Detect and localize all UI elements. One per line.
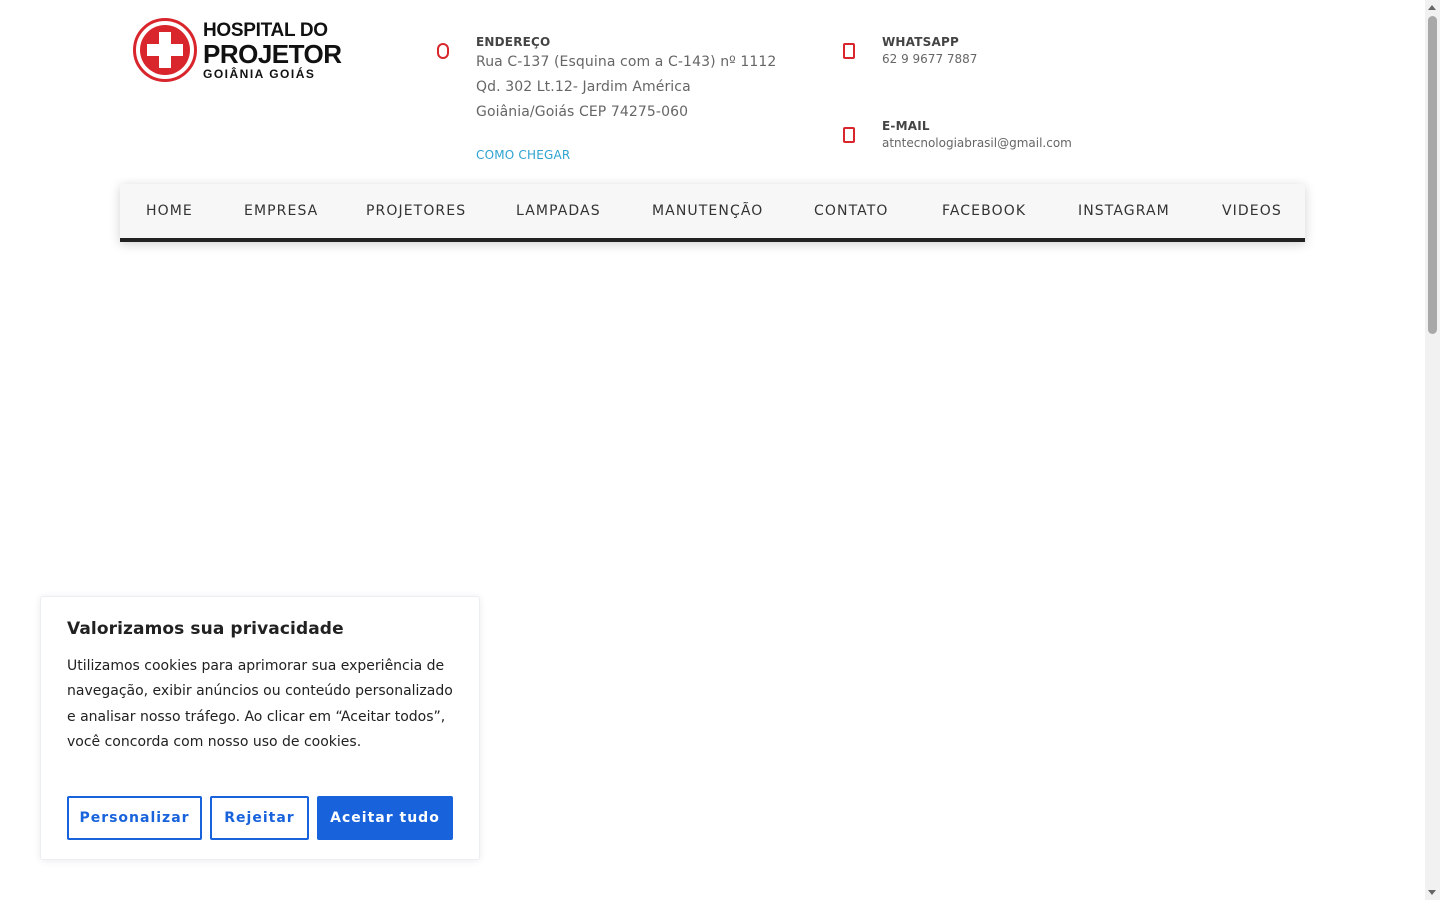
nav-item-projetores[interactable]: PROJETORES: [366, 184, 466, 238]
scroll-down-arrow-icon[interactable]: [1428, 890, 1436, 895]
logo-line-3: GOIÂNIA GOIÁS: [203, 66, 316, 81]
nav-item-manutencao[interactable]: MANUTENÇÃO: [652, 184, 763, 238]
nav-item-facebook[interactable]: FACEBOOK: [942, 184, 1026, 238]
nav-item-home[interactable]: HOME: [146, 184, 193, 238]
main-navigation: HOME EMPRESA PROJETORES LAMPADAS MANUTEN…: [120, 184, 1305, 242]
address-line-2: Qd. 302 Lt.12- Jardim América: [476, 79, 691, 95]
cookie-consent-banner: Valorizamos sua privacidade Utilizamos c…: [40, 596, 480, 860]
vertical-scrollbar[interactable]: [1425, 0, 1440, 900]
cookie-description: Utilizamos cookies para aprimorar sua ex…: [67, 658, 453, 750]
email-icon: [843, 127, 855, 143]
nav-item-empresa[interactable]: EMPRESA: [244, 184, 318, 238]
whatsapp-label: WHATSAPP: [882, 35, 959, 49]
red-cross-icon: [133, 18, 197, 82]
whatsapp-icon: [843, 43, 855, 59]
nav-item-lampadas[interactable]: LAMPADAS: [516, 184, 601, 238]
scrollbar-thumb[interactable]: [1428, 16, 1437, 334]
accept-all-button[interactable]: Aceitar tudo: [317, 796, 453, 840]
scroll-up-arrow-icon[interactable]: [1428, 5, 1436, 10]
email-label: E-MAIL: [882, 119, 930, 133]
logo-line-2: PROJETOR: [203, 38, 342, 69]
map-marker-icon: [437, 43, 449, 59]
whatsapp-number[interactable]: 62 9 9677 7887: [882, 52, 977, 66]
address-line-3: Goiânia/Goiás CEP 74275-060: [476, 104, 689, 120]
address-label: ENDEREÇO: [476, 35, 551, 49]
customize-button[interactable]: Personalizar: [67, 796, 202, 840]
cookie-title: Valorizamos sua privacidade: [67, 619, 344, 639]
nav-item-videos[interactable]: VIDEOS: [1222, 184, 1282, 238]
logo-line-1: HOSPITAL DO: [203, 19, 328, 41]
directions-link[interactable]: COMO CHEGAR: [476, 148, 570, 162]
logo-text: HOSPITAL DO PROJETOR GOIÂNIA GOIÁS: [203, 21, 342, 80]
site-logo[interactable]: HOSPITAL DO PROJETOR GOIÂNIA GOIÁS: [133, 17, 348, 83]
reject-button[interactable]: Rejeitar: [210, 796, 309, 840]
nav-item-instagram[interactable]: INSTAGRAM: [1078, 184, 1170, 238]
email-address[interactable]: atntecnologiabrasil@gmail.com: [882, 136, 1072, 150]
nav-item-contato[interactable]: CONTATO: [814, 184, 889, 238]
address-line-1: Rua C-137 (Esquina com a C-143) nº 1112: [476, 54, 777, 70]
